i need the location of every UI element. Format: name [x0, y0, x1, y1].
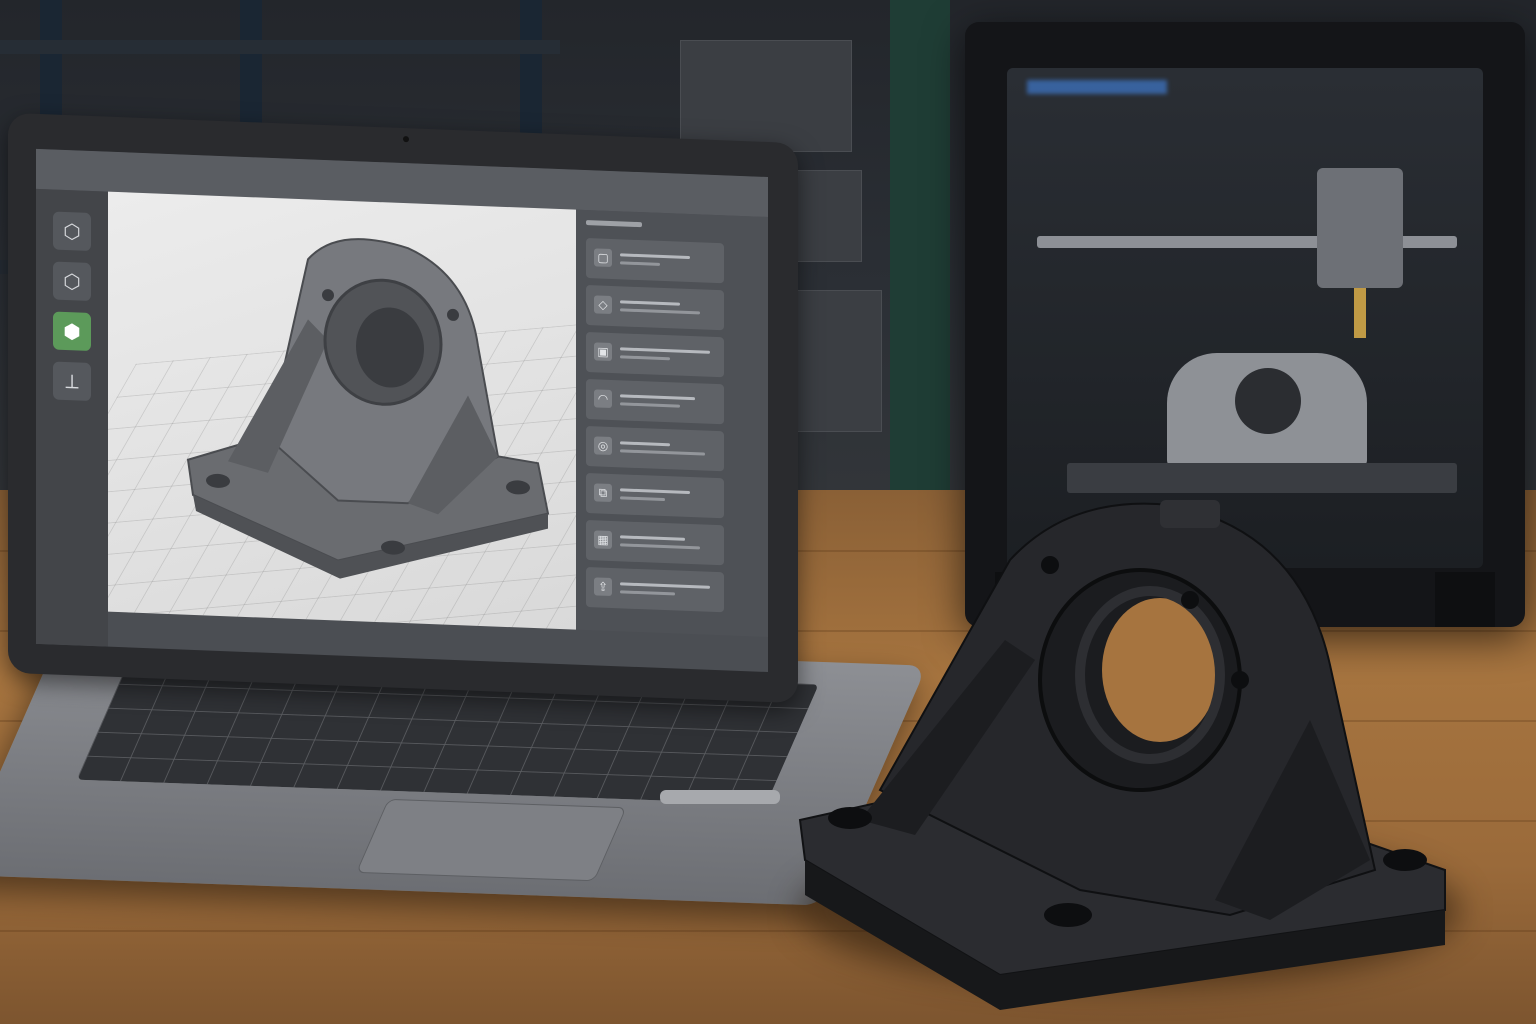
feature-row-label-placeholder: [620, 441, 670, 447]
feature-row[interactable]: ▦: [586, 520, 724, 566]
3d-printer: [965, 22, 1525, 627]
laptop-trackpad[interactable]: [355, 798, 627, 882]
layer-icon: ▢: [594, 248, 612, 268]
fillet-icon: ◠: [594, 389, 612, 409]
measure-tool-icon[interactable]: ⟂: [53, 361, 91, 402]
feature-row-label-placeholder: [620, 488, 690, 495]
hole-icon: ◎: [594, 436, 612, 456]
printer-part-bore: [1235, 368, 1301, 434]
feature-row-detail-placeholder: [620, 261, 660, 266]
feature-row-label-placeholder: [620, 253, 690, 260]
printer-foot: [995, 572, 1055, 627]
feature-row-detail-placeholder: [620, 543, 700, 550]
feature-row[interactable]: ◎: [586, 426, 724, 472]
feature-row-detail-placeholder: [620, 590, 675, 596]
feature-row-label-placeholder: [620, 347, 710, 354]
laptop-lid: ⬡ ⬡ ⬢ ⟂ ▢ ◇ ▣ ◠ ◎ ⧉ ▦ ⇪: [8, 112, 798, 704]
feature-row-label-placeholder: [620, 582, 710, 589]
feature-row-detail-placeholder: [620, 449, 705, 456]
feature-row-detail-placeholder: [620, 355, 670, 361]
feature-row[interactable]: ▣: [586, 332, 724, 378]
export-icon: ⇪: [594, 577, 612, 597]
tool-rail: ⬡ ⬡ ⬢ ⟂: [36, 188, 108, 647]
mirror-icon: ⧉: [594, 483, 612, 503]
feature-row[interactable]: ◠: [586, 379, 724, 425]
printer-build-chamber: [1007, 68, 1483, 568]
green-pillar: [890, 0, 950, 520]
pattern-icon: ▦: [594, 530, 612, 550]
storage-bin: [680, 40, 852, 152]
cube-wireframe-icon[interactable]: ⬡: [53, 261, 91, 302]
printer-bed: [1067, 463, 1457, 493]
feature-row-detail-placeholder: [620, 308, 700, 315]
workshop-scene: ⬡ ⬡ ⬢ ⟂ ▢ ◇ ▣ ◠ ◎ ⧉ ▦ ⇪: [0, 0, 1536, 1024]
extrude-icon: ▣: [594, 342, 612, 362]
shelf-board: [0, 40, 560, 54]
feature-row[interactable]: ⧉: [586, 473, 724, 519]
feature-row[interactable]: ⇪: [586, 567, 724, 613]
bearing-housing-model[interactable]: [108, 192, 576, 630]
part-shadow: [800, 835, 1460, 985]
printer-foot: [1435, 572, 1495, 627]
laptop-screen: ⬡ ⬡ ⬢ ⟂ ▢ ◇ ▣ ◠ ◎ ⧉ ▦ ⇪: [36, 148, 768, 673]
printer-nozzle: [1354, 288, 1366, 338]
feature-row-detail-placeholder: [620, 402, 680, 408]
printer-led-strip: [1027, 80, 1167, 94]
webcam: [403, 136, 409, 143]
feature-row-label-placeholder: [620, 535, 685, 541]
feature-row-detail-placeholder: [620, 496, 665, 502]
laptop-lid-notch: [660, 790, 780, 804]
sketch-icon: ◇: [594, 295, 612, 315]
feature-tree-panel: ▢ ◇ ▣ ◠ ◎ ⧉ ▦ ⇪: [576, 209, 768, 638]
printer-extruder-head: [1317, 168, 1403, 288]
cube-solid-icon[interactable]: ⬢: [53, 311, 91, 352]
feature-row[interactable]: ◇: [586, 285, 724, 331]
3d-viewport[interactable]: [108, 191, 576, 630]
panel-title-bar: [586, 220, 642, 228]
cube-outline-icon[interactable]: ⬡: [53, 211, 91, 252]
feature-row-label-placeholder: [620, 394, 695, 401]
feature-row[interactable]: ▢: [586, 238, 724, 284]
feature-row-label-placeholder: [620, 300, 680, 306]
